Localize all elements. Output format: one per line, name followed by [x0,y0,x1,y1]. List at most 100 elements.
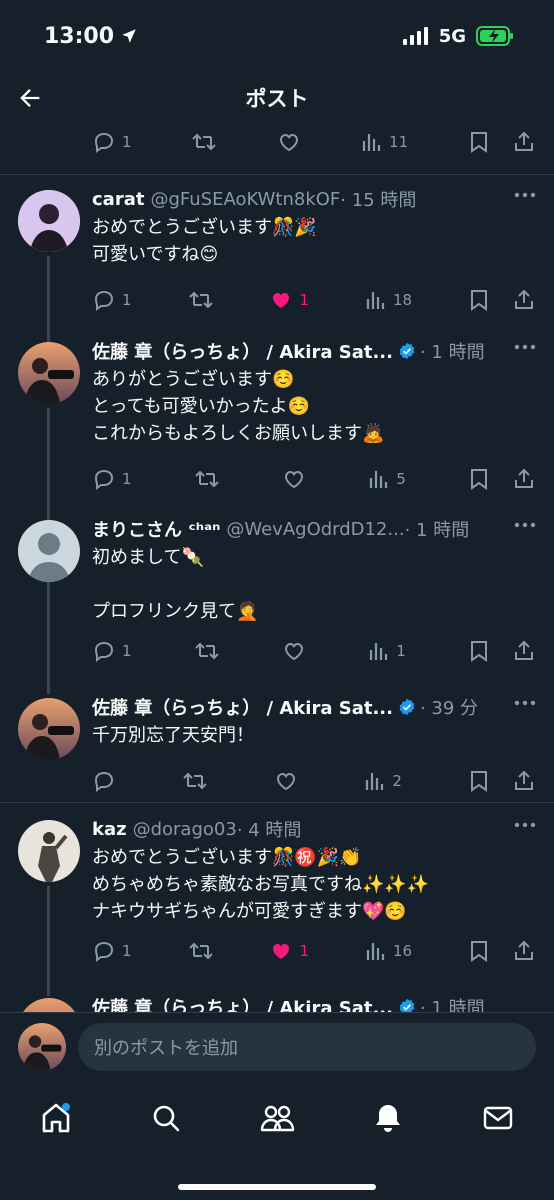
reply-button[interactable]: 1 [92,130,132,154]
location-arrow-icon [122,29,136,43]
views-count: 5 [396,470,406,488]
author-name[interactable]: まりこさん ᶜʰᵃⁿ [92,516,220,542]
post-text: 千万別忘了天安門！ [92,725,254,746]
bell-icon [376,1105,400,1132]
home-indicator[interactable] [178,1184,376,1190]
reply-button[interactable]: 1 [92,939,132,963]
repost-button[interactable] [191,130,217,154]
my-avatar[interactable] [18,1023,66,1071]
back-arrow-icon [20,89,40,107]
post-time: · 39 分 [419,698,479,719]
repost-icon [183,772,207,790]
more-icon[interactable] [514,344,536,350]
repost-icon [188,942,213,960]
share-icon[interactable] [512,939,536,963]
author-name[interactable]: kaz [92,819,127,840]
reply-button[interactable] [92,769,116,793]
author-handle[interactable]: @gFuSEAoKWtn8kOF [150,189,340,210]
reply-icon [94,132,114,153]
home-icon [42,1103,70,1133]
views-icon [362,134,381,151]
avatar-image [18,190,80,252]
status-bar: 13:00 5G [0,0,554,72]
tab-home[interactable] [36,1098,76,1138]
views-button[interactable]: 11 [361,131,408,153]
back-button[interactable] [14,82,46,114]
reply-button[interactable]: 1 [92,639,132,663]
post-time: · 15 時間 [340,190,417,211]
bookmark-icon[interactable] [468,769,490,793]
share-icon[interactable] [512,130,536,154]
bookmark-icon[interactable] [468,939,490,963]
avatar[interactable] [18,820,80,882]
repost-icon [188,291,213,309]
tab-messages[interactable] [478,1098,518,1138]
repost-button[interactable] [188,288,214,312]
add-post-input[interactable]: 別のポストを追加 [78,1023,536,1071]
post-text: おめでとうございます🎊🎉 可愛いですね😊 [92,217,317,265]
tab-notifications[interactable] [368,1098,408,1138]
views-button[interactable]: 2 [364,770,402,792]
post-time: · 4 時間 [236,820,302,841]
author-name[interactable]: carat [92,189,144,210]
like-button[interactable] [282,467,306,491]
share-icon[interactable] [512,288,536,312]
avatar[interactable] [18,342,80,404]
like-button[interactable]: 1 [269,288,309,312]
views-icon [370,471,388,488]
repost-button[interactable] [188,939,214,963]
avatar[interactable] [18,520,80,582]
avatar[interactable] [18,998,80,1012]
reply-icon [94,290,114,311]
repost-icon [192,133,217,151]
views-button[interactable]: 18 [365,289,412,311]
reply-button[interactable]: 1 [92,288,132,312]
views-icon [366,292,385,309]
avatar[interactable] [18,190,80,252]
tab-search[interactable] [146,1098,186,1138]
views-icon [370,643,388,660]
bookmark-icon[interactable] [468,467,490,491]
like-button[interactable]: 1 [269,939,309,963]
page-title: ポスト [245,87,309,111]
repost-button[interactable] [182,769,208,793]
post-time: · 1 時間 [404,520,470,541]
views-button[interactable]: 16 [365,940,412,962]
more-icon[interactable] [514,522,536,528]
repost-button[interactable] [194,467,220,491]
mail-icon [483,1106,513,1130]
divider [0,802,554,803]
clock: 13:00 [44,23,115,49]
author-handle[interactable]: @WevAgOdrdD12... [226,519,404,540]
network-label: 5G [438,25,466,47]
views-button[interactable]: 1 [368,640,406,662]
more-icon[interactable] [514,192,536,198]
reply-button[interactable]: 1 [92,467,132,491]
author-name[interactable]: 佐藤 章（らっちょ） / Akira Sat... [92,994,393,1012]
author-name[interactable]: 佐藤 章（らっちょ） / Akira Sat... [92,338,393,364]
reply-count: 1 [122,291,132,309]
reply-count: 1 [122,942,132,960]
status-time: 13:00 [44,24,138,49]
author-handle[interactable]: @dorago03 [133,819,237,840]
like-button[interactable] [282,639,306,663]
more-icon[interactable] [514,822,536,828]
views-button[interactable]: 5 [368,468,406,490]
share-icon[interactable] [512,639,536,663]
share-icon[interactable] [512,467,536,491]
views-icon [366,943,385,960]
like-button[interactable] [277,130,301,154]
like-button[interactable] [274,769,298,793]
avatar[interactable] [18,698,80,760]
reply-feed[interactable]: 1 11 carat @gFuSEAoKWtn8kOF · 15 時間 おめでと… [0,124,554,1012]
more-icon[interactable] [514,700,536,706]
author-name[interactable]: 佐藤 章（らっちょ） / Akira Sat... [92,694,393,720]
reply-icon [94,641,114,662]
avatar-image [18,998,80,1012]
bookmark-icon[interactable] [468,639,490,663]
repost-button[interactable] [194,639,220,663]
tab-communities[interactable] [257,1098,297,1138]
share-icon[interactable] [512,769,536,793]
bookmark-icon[interactable] [468,130,490,154]
bookmark-icon[interactable] [468,288,490,312]
